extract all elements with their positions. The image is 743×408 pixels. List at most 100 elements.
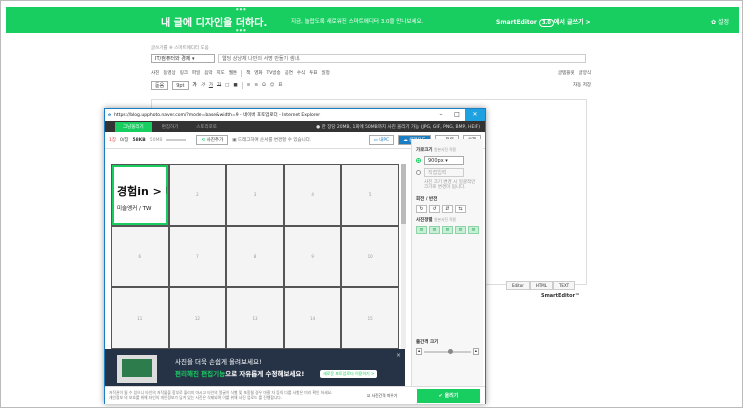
ad-close-icon[interactable]: × bbox=[396, 352, 401, 359]
file-button[interactable]: 파일 bbox=[192, 70, 200, 76]
photo-slot[interactable]: 15 bbox=[342, 288, 398, 348]
photo-slot[interactable]: 9 bbox=[284, 226, 341, 287]
photo-slot[interactable]: 5 bbox=[342, 165, 398, 225]
tab-storyphoto[interactable]: 스토리포토 bbox=[188, 122, 225, 132]
photo-slot[interactable]: 4 bbox=[284, 165, 341, 225]
bg-color-button[interactable]: ■ bbox=[233, 83, 237, 88]
align-heading-sub: 원본사진 적용 bbox=[434, 218, 457, 222]
emoticon-button[interactable]: ☺ bbox=[270, 83, 275, 88]
photo-slot[interactable]: 11 bbox=[112, 288, 168, 348]
size-note: 사진 크기 변경 시 일괄적인 크기로 변경이 됩니다. bbox=[424, 180, 476, 190]
special-char-button[interactable]: Ω bbox=[262, 83, 265, 88]
refresh-icon: ⟲ bbox=[201, 138, 206, 143]
flip-horizontal-icon[interactable]: ⇆ bbox=[455, 205, 466, 213]
photo-count-total: 0/장 bbox=[120, 138, 129, 143]
formula-button[interactable]: 수식 bbox=[297, 70, 305, 76]
banner-dots-top: ● ● ● bbox=[236, 7, 246, 11]
add-photo-button[interactable]: ⟲ 사진추가 bbox=[196, 135, 229, 145]
my-pc-button[interactable]: ▭ 내PC bbox=[368, 135, 395, 145]
spacing-decrease-icon[interactable]: ▴ bbox=[416, 348, 423, 355]
close-button[interactable]: ✕ bbox=[465, 109, 485, 121]
photo-slot[interactable]: 3 bbox=[227, 165, 283, 225]
window-titlebar[interactable]: e https://blog.upphoto.naver.com/?mode=b… bbox=[105, 109, 485, 121]
italic-button[interactable]: 가 bbox=[201, 82, 205, 88]
spacing-slider[interactable]: ▴ ▴ bbox=[416, 348, 479, 355]
smarteditor-link[interactable]: SmartEditor 3.0 에서 글쓰기 > bbox=[496, 17, 591, 27]
poll-button[interactable]: 투표 bbox=[309, 70, 317, 76]
link-button[interactable]: 링크 bbox=[180, 70, 188, 76]
size-preset-option[interactable]: 900px ▾ bbox=[416, 156, 479, 165]
settings-button[interactable]: ✿ 설정 bbox=[711, 17, 729, 26]
spacing-checkbox[interactable]: ☑ 사진간격 띄우기 bbox=[367, 393, 397, 399]
tab-edit[interactable]: 편집하기 bbox=[154, 122, 187, 132]
minimize-button[interactable]: – bbox=[433, 109, 449, 121]
align-center-icon[interactable]: ≡ bbox=[429, 226, 440, 234]
promo-banner[interactable]: ● ● ● 내 글에 디자인을 더하다. 지금, 놀랍도록 새로워진 스마트에디… bbox=[6, 7, 739, 33]
tab-editor[interactable]: Editor bbox=[506, 281, 530, 290]
rotate-left-icon[interactable]: ↺ bbox=[429, 205, 440, 213]
photo-button[interactable]: 사진 bbox=[151, 70, 159, 76]
radio-checked-icon bbox=[416, 158, 421, 163]
photo-slot[interactable]: 2 bbox=[169, 165, 226, 225]
music-button[interactable]: 음악 bbox=[204, 70, 212, 76]
tv-button[interactable]: TV방송 bbox=[267, 70, 281, 76]
book-button[interactable]: 책 bbox=[246, 70, 250, 76]
size-select[interactable]: 900px ▾ bbox=[424, 156, 464, 165]
align-right-icon[interactable]: ≡ bbox=[442, 226, 453, 234]
align-left-icon[interactable]: ≡ bbox=[416, 226, 427, 234]
title-input[interactable]: 웹딩 상냥체 나만의 서명 만들기 셈내. bbox=[218, 54, 586, 63]
schedule-button[interactable]: 일정 bbox=[321, 70, 329, 76]
photo-slot[interactable]: 10 bbox=[342, 226, 398, 287]
rotate-buttons: ↻ ↺ ⇵ ⇆ bbox=[416, 205, 479, 213]
font-select[interactable]: 돋움 bbox=[151, 80, 169, 90]
size-custom-option[interactable]: 직접입력 bbox=[416, 168, 479, 177]
spacing-heading: 줄간격 크기 bbox=[416, 340, 439, 345]
scrollbar-thumb[interactable] bbox=[401, 164, 406, 224]
align-full-icon[interactable]: ≡ bbox=[468, 226, 479, 234]
align-left-button[interactable]: ≡ bbox=[247, 83, 251, 88]
size-select[interactable]: 9pt bbox=[172, 80, 189, 90]
tab-text[interactable]: TEXT bbox=[552, 281, 576, 290]
rotate-right-icon[interactable]: ↻ bbox=[416, 205, 427, 213]
category-select[interactable]: IT/컴퓨터와 경제 ▾ bbox=[151, 54, 215, 63]
new-uploader-link[interactable]: 새로운 포토업로더 이용하기 > bbox=[320, 370, 378, 378]
photo-slot[interactable]: 14 bbox=[284, 288, 341, 348]
flip-vertical-icon[interactable]: ⇵ bbox=[442, 205, 453, 213]
drag-hint: ▣ 드래그하여 순서를 변경할 수 있습니다. bbox=[232, 137, 311, 143]
brand-name: SmartEditor bbox=[496, 19, 537, 26]
tab-simple-upload[interactable]: 그냥올리기 bbox=[115, 121, 152, 132]
tab-html[interactable]: HTML bbox=[529, 281, 553, 290]
maximize-button[interactable]: □ bbox=[449, 109, 465, 121]
table-button[interactable]: 표 bbox=[278, 82, 282, 88]
bold-button[interactable]: 가 bbox=[193, 82, 197, 88]
monitor-icon: ▭ bbox=[373, 138, 378, 143]
align-justify-icon[interactable]: ≡ bbox=[455, 226, 466, 234]
drag-hint-text: 드래그하여 순서를 변경할 수 있습니다. bbox=[237, 138, 312, 143]
photo-slot[interactable]: 12 bbox=[169, 288, 226, 348]
ad-preview-image bbox=[117, 355, 157, 383]
spacing-track[interactable] bbox=[424, 348, 471, 354]
photo-slot[interactable]: 6 bbox=[112, 226, 168, 287]
align-center-button[interactable]: ≡ bbox=[254, 83, 258, 88]
movie-button[interactable]: 영화 bbox=[254, 70, 262, 76]
template-button[interactable]: 글템플릿 bbox=[558, 70, 575, 76]
strike-button[interactable]: 가 bbox=[217, 82, 221, 88]
show-button[interactable]: 공연 bbox=[285, 70, 293, 76]
map-button[interactable]: 지도 bbox=[217, 70, 225, 76]
form-button[interactable]: 글양식 bbox=[579, 70, 591, 76]
webtoon-button[interactable]: 웹툰 bbox=[229, 70, 237, 76]
upload-button[interactable]: ✔ 올리기 bbox=[417, 389, 480, 403]
photo-slot[interactable]: 13 bbox=[227, 288, 283, 348]
photo-thumbnail-selected[interactable]: 경험in > 니 미술엥커 / TW bbox=[112, 165, 168, 225]
promo-ad-banner[interactable]: 사진을 더욱 손쉽게 올려보세요! 편리해진 편집기능으로 자유롭게 수정해보세… bbox=[105, 349, 405, 386]
photo-uploader-window: e https://blog.upphoto.naver.com/?mode=b… bbox=[104, 108, 486, 404]
grid-scrollbar[interactable] bbox=[401, 164, 406, 349]
size-custom-input[interactable]: 직접입력 bbox=[424, 168, 464, 177]
underline-button[interactable]: 가 bbox=[209, 82, 213, 88]
spacing-knob[interactable] bbox=[447, 348, 453, 354]
video-button[interactable]: 동영상 bbox=[163, 70, 175, 76]
photo-slot[interactable]: 7 bbox=[169, 226, 226, 287]
spacing-increase-icon[interactable]: ▴ bbox=[472, 348, 479, 355]
text-color-button[interactable]: □ bbox=[225, 83, 229, 88]
photo-slot[interactable]: 8 bbox=[227, 226, 283, 287]
